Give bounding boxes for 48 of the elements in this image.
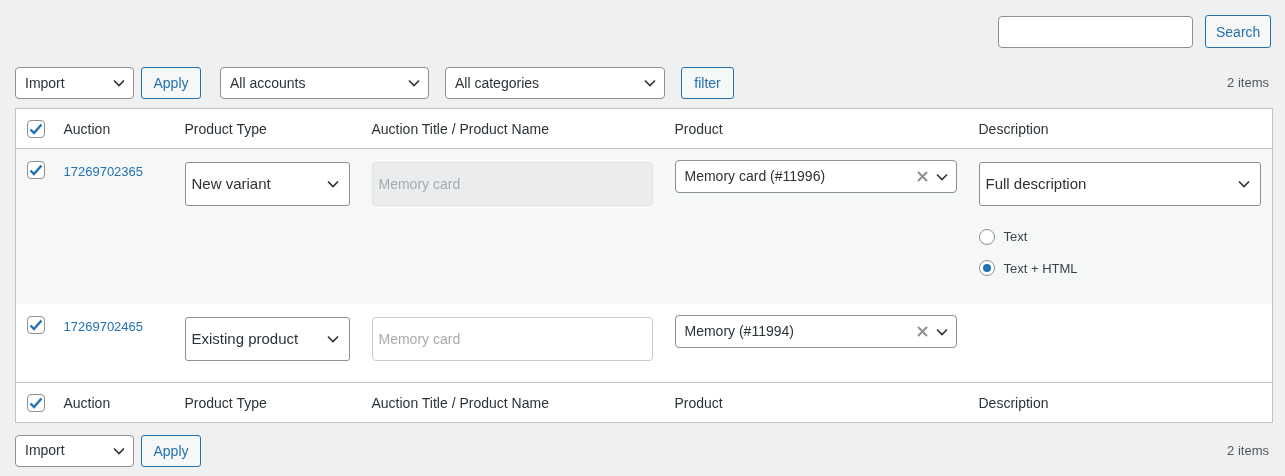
column-header: Description xyxy=(978,382,1273,422)
search-button[interactable]: Search xyxy=(1205,15,1271,48)
chevron-down-icon xyxy=(935,172,948,181)
column-header: Auction Title / Product Name xyxy=(371,108,675,149)
chevron-down-icon xyxy=(113,79,125,87)
column-header: Product xyxy=(674,382,979,422)
radio-label: Text xyxy=(1003,228,1028,246)
description-dropdown[interactable]: Full description xyxy=(978,162,1261,206)
auction-link[interactable]: 17269702465 xyxy=(63,319,144,334)
filter-button[interactable]: filter xyxy=(681,67,734,99)
item-count: 2 items xyxy=(1227,441,1269,460)
chevron-down-icon xyxy=(326,335,339,343)
chevron-down-icon xyxy=(1237,180,1250,188)
column-header: Auction xyxy=(63,108,185,149)
radio-button[interactable] xyxy=(978,228,995,245)
auction-link[interactable]: 17269702365 xyxy=(63,164,144,179)
column-header: Product Type xyxy=(184,108,372,149)
product-type-dropdown[interactable]: Existing product xyxy=(184,317,350,361)
item-count: 2 items xyxy=(1227,74,1269,93)
search-field[interactable] xyxy=(998,15,1193,48)
checkbox[interactable] xyxy=(27,161,45,179)
column-header: Product Type xyxy=(184,382,372,422)
title-input-field[interactable]: Memory card xyxy=(371,317,653,361)
chevron-down-icon xyxy=(935,327,948,336)
chevron-down-icon xyxy=(326,180,339,188)
apply-button[interactable]: Apply xyxy=(141,67,201,99)
product-select[interactable]: Memory (#11994) xyxy=(674,315,957,348)
column-header: Product xyxy=(674,108,979,149)
column-header: Auction Title / Product Name xyxy=(371,382,675,422)
bulk-action-dropdown[interactable]: Import xyxy=(15,434,134,467)
chevron-down-icon xyxy=(408,79,420,87)
column-header: Auction xyxy=(63,382,185,422)
chevron-down-icon xyxy=(644,79,656,87)
apply-button[interactable]: Apply xyxy=(141,434,201,467)
clear-icon[interactable] xyxy=(916,171,928,182)
radio-label: Text + HTML xyxy=(1003,259,1078,278)
product-type-dropdown[interactable]: New variant xyxy=(184,162,350,206)
product-select[interactable]: Memory card (#11996) xyxy=(674,160,957,193)
checkbox[interactable] xyxy=(27,393,45,412)
accounts-dropdown[interactable]: All accounts xyxy=(220,67,429,99)
chevron-down-icon xyxy=(113,446,125,455)
checkbox[interactable] xyxy=(27,316,45,334)
radio-button[interactable] xyxy=(978,260,995,277)
categories-dropdown[interactable]: All categories xyxy=(445,67,665,99)
column-header: Description xyxy=(978,108,1273,149)
checkbox[interactable] xyxy=(27,120,45,138)
bulk-action-dropdown[interactable]: Import xyxy=(15,67,134,99)
clear-icon[interactable] xyxy=(916,326,928,337)
